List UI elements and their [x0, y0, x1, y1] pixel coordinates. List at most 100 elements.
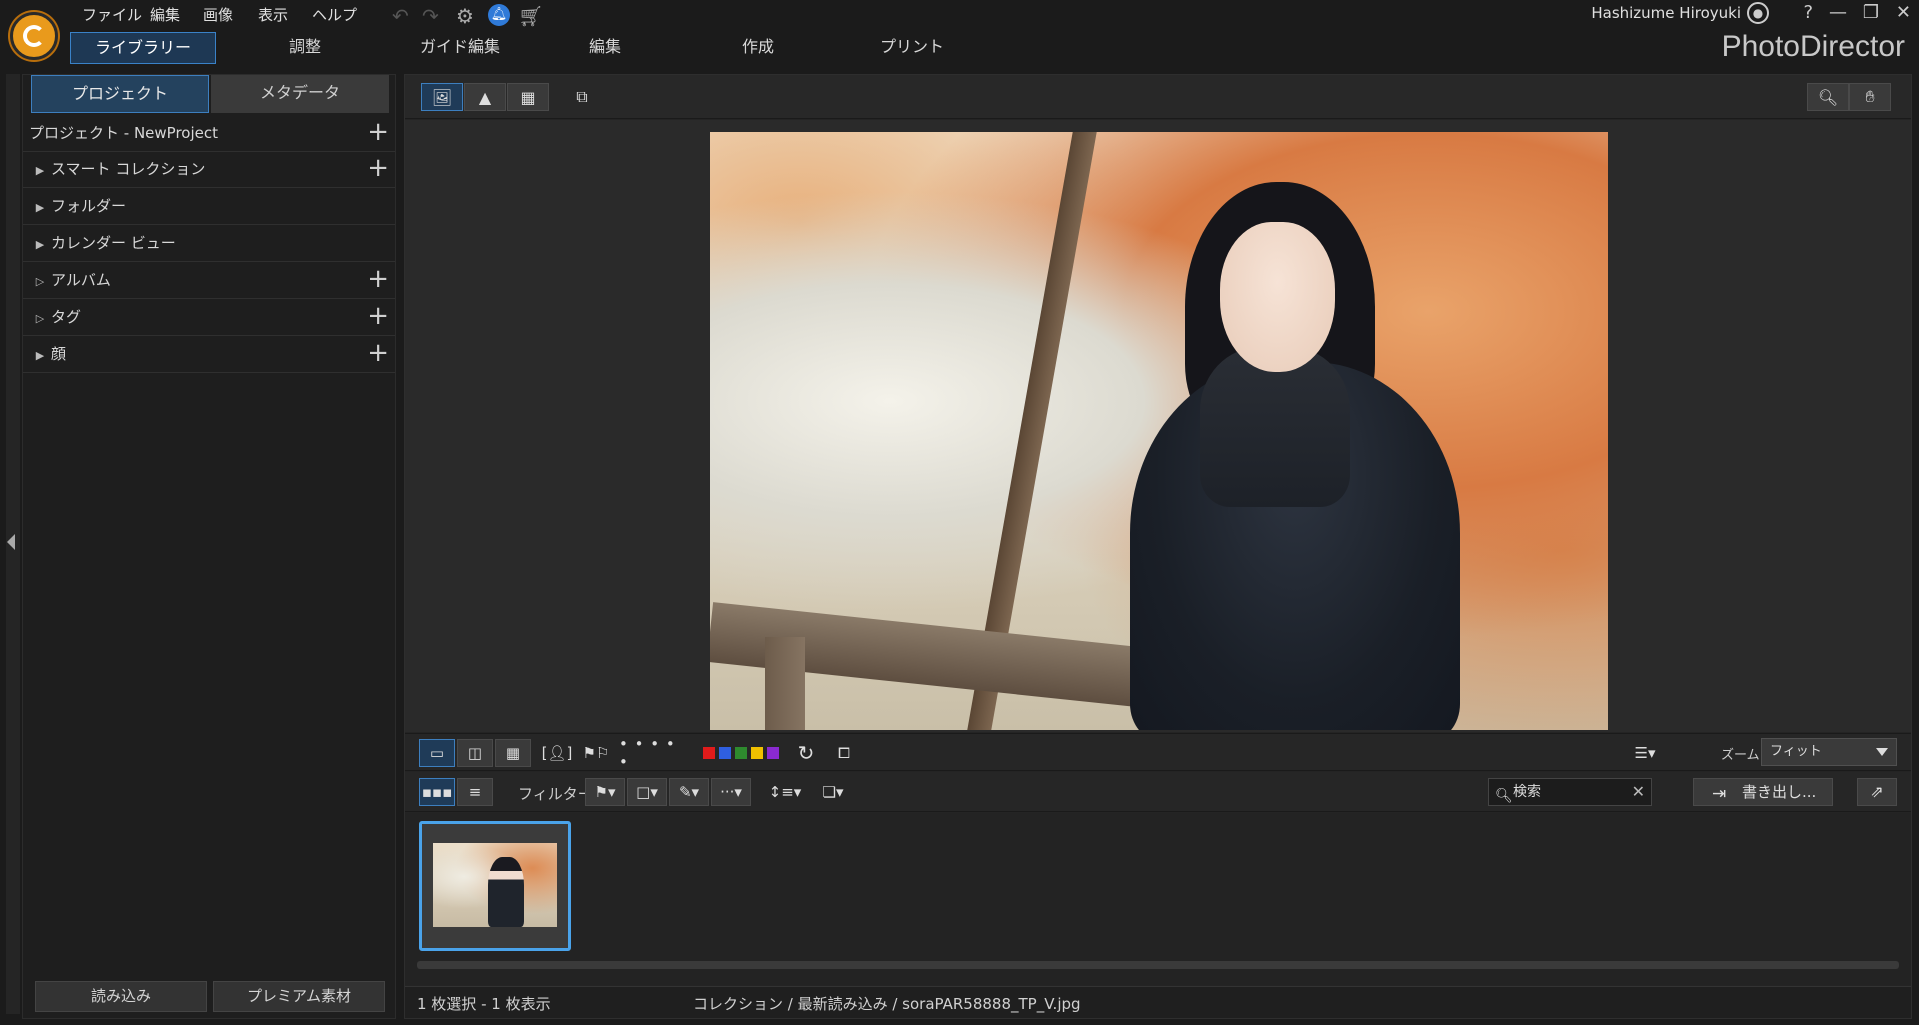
color-filter-button[interactable]: □▾ [627, 778, 667, 806]
list-view-icon: ≡ [468, 783, 482, 801]
brand-title: PhotoDirector [1721, 30, 1905, 63]
zoom-tool-button[interactable]: 🔍︎ [1807, 83, 1849, 111]
menu-file[interactable]: ファイル [82, 4, 142, 25]
collapse-arrow-icon [7, 534, 15, 550]
tree-item-label: アルバム [51, 271, 111, 289]
share-button[interactable]: ⇗ [1857, 778, 1897, 806]
thumbnail-view-icon: ▪▪▪ [421, 783, 453, 801]
app-logo-icon[interactable] [10, 12, 58, 60]
crop-info-button[interactable]: ⧠ [827, 739, 861, 767]
tree-item-label: スマート コレクション [51, 160, 206, 178]
user-avatar-icon[interactable]: ● [1747, 2, 1769, 24]
expand-arrow-icon[interactable]: ▶ [29, 190, 51, 226]
add-album-icon[interactable]: + [367, 262, 389, 296]
thumbnail-view-button[interactable]: ▪▪▪ [419, 778, 455, 806]
tab-print[interactable]: プリント [862, 32, 962, 64]
list-options-button[interactable]: ☰▾ [1627, 739, 1663, 767]
sort-button[interactable]: ↕≡▾ [765, 778, 805, 806]
tree-item-calendar-view[interactable]: ▶ カレンダー ビュー [23, 225, 395, 262]
expand-arrow-icon[interactable]: ▶ [29, 338, 51, 374]
star-rating[interactable]: • • • • • [619, 735, 689, 771]
view-single-button[interactable]: ▲ [464, 83, 506, 111]
clear-search-icon[interactable]: ✕ [1632, 779, 1645, 805]
tree-item-albums[interactable]: ▷ アルバム + [23, 262, 395, 299]
help-icon[interactable]: ? [1803, 2, 1813, 23]
search-input[interactable]: 🔍︎ 検索 ✕ [1488, 778, 1652, 806]
color-filter-icon: □▾ [636, 783, 658, 801]
expand-outline-arrow-icon[interactable]: ▷ [29, 301, 51, 337]
user-name[interactable]: Hashizume Hiroyuki [1591, 4, 1741, 22]
tab-create[interactable]: 作成 [708, 32, 808, 64]
tab-metadata[interactable]: メタデータ [211, 75, 389, 113]
layout-compare-button[interactable]: ◫ [457, 739, 493, 767]
menu-view[interactable]: 表示 [258, 4, 288, 25]
expand-arrow-icon[interactable]: ▶ [29, 153, 51, 189]
photo-viewer[interactable] [405, 120, 1911, 732]
list-view-button[interactable]: ≡ [457, 778, 493, 806]
tab-guided-edit[interactable]: ガイド編集 [400, 32, 520, 64]
flag-button[interactable]: ⚑⚐ [581, 739, 611, 767]
view-loupe-button[interactable]: 🖼︎ [421, 83, 463, 111]
color-label-blue[interactable] [719, 747, 731, 759]
crop-info-icon: ⧠ [837, 744, 850, 762]
undo-icon[interactable]: ↶ [392, 4, 409, 28]
second-display-button[interactable]: ⧉ [561, 83, 603, 111]
tree-item-smart-collection[interactable]: ▶ スマート コレクション + [23, 151, 395, 188]
settings-gear-icon[interactable]: ⚙ [456, 4, 474, 28]
import-button[interactable]: 読み込み [35, 981, 207, 1012]
second-display-icon: ⧉ [576, 87, 588, 106]
rating-filter-button[interactable]: ···▾ [711, 778, 751, 806]
rotate-button[interactable]: ↻ [791, 739, 821, 767]
flag-filter-button[interactable]: ⚑▾ [585, 778, 625, 806]
view-grid-button[interactable]: ▦ [507, 83, 549, 111]
color-label-purple[interactable] [767, 747, 779, 759]
export-icon: ⇥ [1712, 784, 1727, 804]
zoom-label: ズーム: [1721, 748, 1764, 763]
single-layout-icon: ▭ [429, 744, 445, 762]
layout-single-button[interactable]: ▭ [419, 739, 455, 767]
edit-filter-button[interactable]: ✎▾ [669, 778, 709, 806]
cart-icon[interactable]: 🛒︎ [518, 4, 543, 28]
add-project-icon[interactable]: + [367, 115, 389, 149]
photo-thumbnail[interactable] [419, 821, 571, 951]
film-strip-scrollbar[interactable] [417, 961, 1899, 969]
photo-control-bar: ▭ ◫ ▦ [👤︎] ⚑⚐ • • • • • ↻ ⧠ ☰▾ ズーム: フィット [405, 733, 1911, 771]
add-smart-collection-icon[interactable]: + [367, 151, 389, 185]
hand-tool-button[interactable]: ✋︎ [1849, 83, 1891, 111]
menu-edit[interactable]: 編集 [150, 4, 180, 25]
zoom-select[interactable]: フィット [1761, 738, 1897, 766]
redo-icon[interactable]: ↷ [422, 4, 439, 28]
notification-bell-icon[interactable]: 🔔︎ [488, 4, 510, 26]
tree-item-faces[interactable]: ▶ 顔 + [23, 336, 395, 373]
minimize-icon[interactable]: — [1829, 2, 1847, 23]
film-strip [405, 813, 1911, 985]
face-tag-button[interactable]: [👤︎] [539, 739, 575, 767]
expand-outline-arrow-icon[interactable]: ▷ [29, 264, 51, 300]
color-label-yellow[interactable] [751, 747, 763, 759]
file-path: コレクション / 最新読み込み / soraPAR58888_TP_V.jpg [693, 995, 1081, 1013]
tab-project[interactable]: プロジェクト [31, 75, 209, 113]
preview-photo[interactable] [710, 132, 1608, 730]
color-label-green[interactable] [735, 747, 747, 759]
tab-library[interactable]: ライブラリー [70, 32, 216, 64]
project-header[interactable]: プロジェクト - NewProject + [23, 115, 395, 152]
tree-item-tags[interactable]: ▷ タグ + [23, 299, 395, 336]
color-label-red[interactable] [703, 747, 715, 759]
close-icon[interactable]: ✕ [1896, 2, 1911, 23]
panel-collapse-handle[interactable] [6, 74, 20, 1014]
premium-content-button[interactable]: プレミアム素材 [213, 981, 385, 1012]
tab-edit[interactable]: 編集 [555, 32, 655, 64]
flag-filter-icon: ⚑▾ [594, 783, 616, 801]
add-tag-icon[interactable]: + [367, 299, 389, 333]
pencil-icon: ✎▾ [678, 783, 700, 801]
expand-arrow-icon[interactable]: ▶ [29, 227, 51, 263]
tab-adjust[interactable]: 調整 [255, 32, 355, 64]
export-button[interactable]: ⇥ 書き出し... [1693, 778, 1833, 806]
menu-image[interactable]: 画像 [203, 4, 233, 25]
add-face-icon[interactable]: + [367, 336, 389, 370]
restore-icon[interactable]: ❐ [1863, 2, 1879, 23]
layout-multi-button[interactable]: ▦ [495, 739, 531, 767]
stack-button[interactable]: ❏▾ [813, 778, 853, 806]
menu-help[interactable]: ヘルプ [312, 4, 357, 25]
tree-item-folders[interactable]: ▶ フォルダー [23, 188, 395, 225]
